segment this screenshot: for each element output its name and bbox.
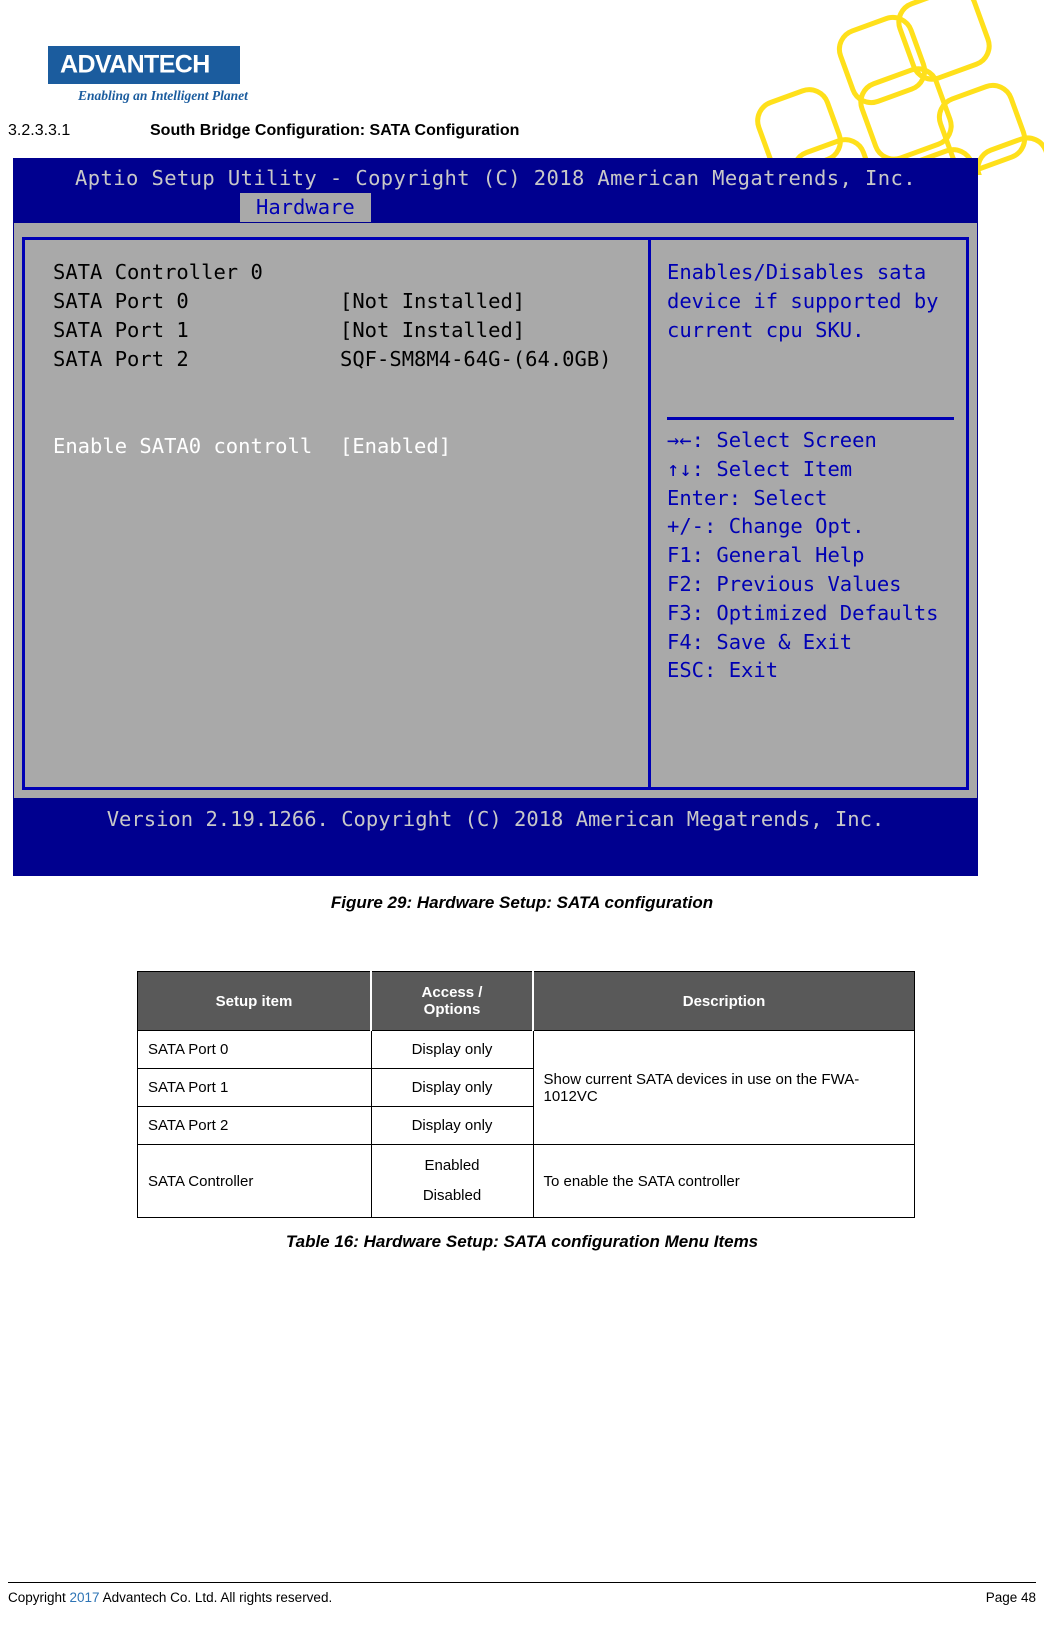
advantech-logo: ADVANTECH Enabling an Intelligent Planet (48, 46, 298, 104)
page-number: Page 48 (985, 1590, 1036, 1605)
key-hint-general-help: F1: General Help (667, 543, 865, 568)
logo-wordmark: ADVANTECH (60, 50, 210, 79)
bios-tab-bar: Hardware (14, 193, 977, 223)
bios-settings-list: SATA Controller 0 SATA Port 0 [Not Insta… (25, 240, 651, 787)
cell-access: Display only (370, 1106, 534, 1145)
bios-body: SATA Controller 0 SATA Port 0 [Not Insta… (14, 237, 977, 798)
key-hint-enter-select: Enter: Select (667, 485, 828, 510)
section-heading: 3.2.3.3.1 South Bridge Configuration: SAT… (8, 122, 1028, 140)
cell-access: Display only (370, 1030, 534, 1069)
th-access-options: Access / Options (370, 971, 534, 1031)
bios-item-sata-port-2[interactable]: SATA Port 2 SQF-SM8M4-64G-(64.0GB) (53, 345, 648, 374)
cell-access: Enabled Disabled (370, 1144, 534, 1218)
table-header: Setup item Access / Options Description (137, 971, 915, 1031)
cell-setup-item: SATA Port 0 (137, 1030, 372, 1069)
section-number: 3.2.3.3.1 (8, 122, 71, 139)
item-label: Enable SATA0 controll (53, 434, 313, 458)
section-title: South Bridge Configuration: SATA Configu… (150, 122, 520, 139)
item-value: [Enabled] (340, 434, 452, 458)
item-label: SATA Controller 0 (53, 260, 263, 284)
logo-box: ADVANTECH (48, 46, 240, 84)
item-value: [Not Installed] (340, 318, 526, 342)
key-hint-optimized-defaults: F3: Optimized Defaults (667, 600, 939, 625)
cell-access-enabled: Enabled (424, 1157, 480, 1174)
footer-copyright: Copyright 2017 Advantech Co. Ltd. All ri… (8, 1590, 332, 1605)
bios-version-footer: Version 2.19.1266. Copyright (C) 2018 Am… (106, 807, 885, 831)
cell-description: Show current SATA devices in use on the … (532, 1030, 915, 1145)
decorative-squares (744, 0, 1044, 175)
cell-setup-item: SATA Port 2 (137, 1106, 372, 1145)
bios-item-enable-sata0-controller[interactable]: Enable SATA0 controll [Enabled] (53, 432, 648, 461)
bios-item-sata-controller-0[interactable]: SATA Controller 0 (53, 258, 648, 287)
key-hint-esc-exit: ESC: Exit (667, 658, 779, 683)
bios-screenshot: Aptio Setup Utility - Copyright (C) 2018… (13, 158, 978, 876)
cell-access-disabled: Disabled (422, 1187, 482, 1204)
item-label: SATA Port 1 (53, 318, 189, 342)
key-hint-change-opt: +/-: Change Opt. (667, 514, 865, 539)
deco-square (890, 0, 998, 88)
figure-caption: Figure 29: Hardware Setup: SATA configur… (330, 893, 714, 912)
table-caption: Table 16: Hardware Setup: SATA configura… (285, 1232, 759, 1251)
table-row: SATA Controller Enabled Disabled To enab… (137, 1144, 915, 1218)
item-label: SATA Port 2 (53, 347, 189, 371)
tab-hardware[interactable]: Hardware (240, 193, 371, 222)
deco-square (852, 60, 960, 168)
logo-tagline: Enabling an Intelligent Planet (78, 88, 248, 103)
key-hint-save-exit: F4: Save & Exit (667, 629, 853, 654)
bios-item-sata-port-1[interactable]: SATA Port 1 [Not Installed] (53, 316, 648, 345)
key-hint-select-screen: →←: Select Screen (667, 428, 877, 452)
setup-items-table: Setup item Access / Options Description … (137, 971, 915, 1218)
footer-copyright-suffix: Advantech Co. Ltd. All rights reserved. (99, 1590, 333, 1605)
th-access-line2: Options (423, 1001, 481, 1018)
deco-square (830, 8, 934, 112)
bios-help-panel: Enables/Disables sata device if supporte… (651, 240, 966, 787)
th-setup-item: Setup item (137, 971, 372, 1031)
help-divider (667, 417, 954, 420)
footer-copyright-prefix: Copyright (8, 1590, 70, 1605)
cell-setup-item: SATA Port 1 (137, 1068, 372, 1107)
table-header-row: Setup item Access / Options Description (137, 971, 915, 1031)
cell-description: To enable the SATA controller (532, 1144, 915, 1218)
footer-year: 2017 (69, 1590, 100, 1605)
cell-setup-item: SATA Controller (137, 1144, 372, 1218)
table-body: SATA Port 0 Display only Show current SA… (137, 1030, 915, 1218)
bios-panel: SATA Controller 0 SATA Port 0 [Not Insta… (22, 237, 969, 790)
bios-item-sata-port-0[interactable]: SATA Port 0 [Not Installed] (53, 287, 648, 316)
bios-title-bar: Aptio Setup Utility - Copyright (C) 2018… (75, 166, 916, 190)
table-row: SATA Port 0 Display only Show current SA… (137, 1030, 915, 1145)
bios-top-strip (14, 223, 977, 237)
cell-access: Display only (370, 1068, 534, 1107)
key-hint-previous-values: F2: Previous Values (667, 571, 902, 596)
th-access-line1: Access / (421, 984, 483, 1001)
item-label: SATA Port 0 (53, 289, 189, 313)
key-hint-select-item: ↑↓: Select Item (667, 456, 853, 481)
item-value: [Not Installed] (340, 289, 526, 313)
th-description: Description (532, 971, 915, 1031)
help-description: Enables/Disables sata device if supporte… (667, 260, 939, 342)
item-value: SQF-SM8M4-64G-(64.0GB) (340, 347, 612, 371)
page-footer: Copyright 2017 Advantech Co. Ltd. All ri… (8, 1582, 1036, 1605)
